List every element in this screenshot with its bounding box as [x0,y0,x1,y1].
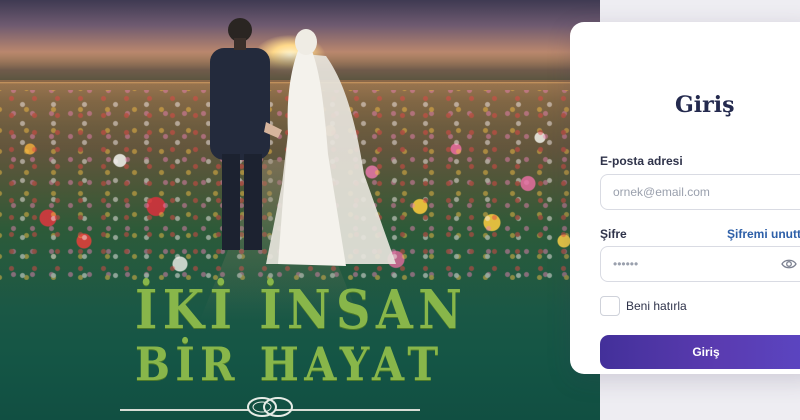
hero-title: İKİ İNSAN BİR HAYAT [120,279,468,420]
remember-me-label: Beni hatırla [626,299,687,313]
hero-banner: İKİ İNSAN BİR HAYAT [0,0,600,420]
remember-me-checkbox[interactable] [600,296,620,316]
login-card: Giriş E-posta adresi Şifre Şifremi unutt… [570,22,800,374]
login-title: Giriş [675,92,735,118]
password-label: Şifre [600,227,627,241]
hero-title-line-2: BİR HAYAT [135,337,444,391]
wedding-rings-icon [247,397,293,417]
hero-title-line-1: İKİ İNSAN [135,279,468,341]
login-button[interactable]: Giriş [600,335,800,369]
email-input[interactable] [601,175,771,209]
email-label: E-posta adresi [600,154,683,168]
wedding-couple-illustration [210,18,396,266]
forgot-password-link[interactable]: Şifremi unuttum [727,227,800,241]
password-input[interactable] [601,247,771,281]
eye-icon[interactable] [781,257,797,271]
password-field-wrapper [600,246,800,282]
email-field-wrapper [600,174,800,210]
